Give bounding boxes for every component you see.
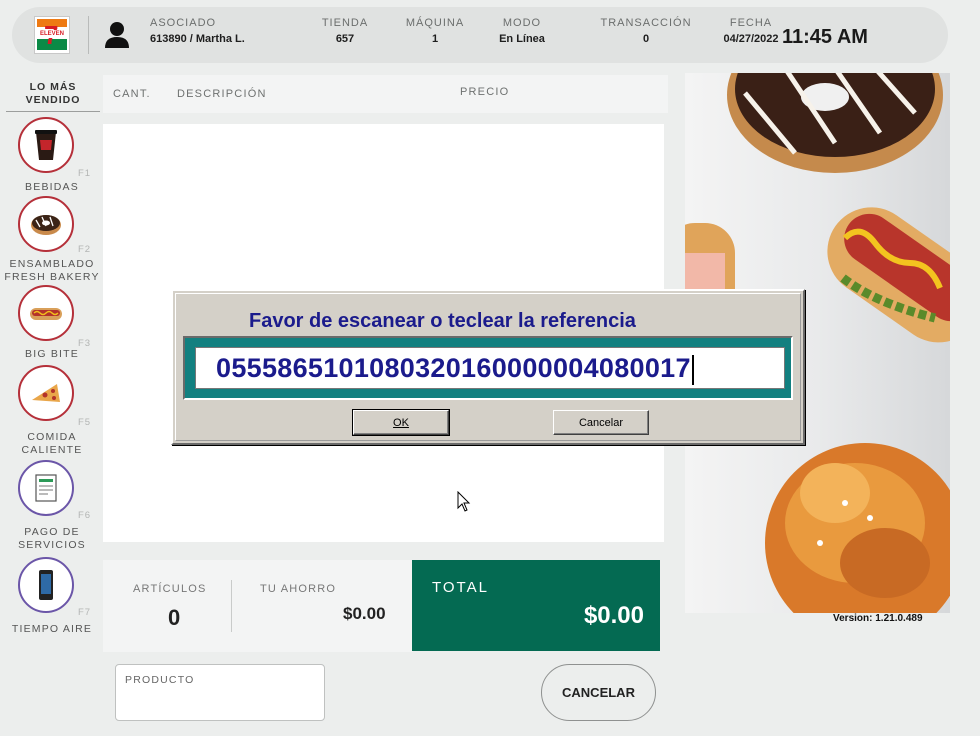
receipt-icon bbox=[18, 460, 74, 516]
bread-image bbox=[765, 443, 950, 613]
cancel-sale-button[interactable]: CANCELAR bbox=[541, 664, 656, 721]
items-count: 0 bbox=[168, 605, 181, 630]
total-panel: TOTAL $0.00 bbox=[412, 560, 660, 651]
product-label: PRODUCTO bbox=[125, 674, 195, 686]
donut-image bbox=[727, 73, 943, 173]
best-sellers-title: LO MÁS VENDIDO bbox=[25, 81, 81, 106]
total-value: $0.00 bbox=[583, 602, 644, 629]
savings-label: TU AHORRO bbox=[260, 583, 337, 595]
phone-icon bbox=[18, 557, 74, 613]
column-description: DESCRIPCIÓN bbox=[177, 88, 267, 100]
column-qty: CANT. bbox=[113, 88, 151, 100]
ticket-header: CANT. DESCRIPCIÓN PRECIO bbox=[103, 75, 668, 113]
summary-panel: ARTÍCULOS 0 TU AHORRO $0.00 bbox=[103, 560, 413, 652]
associate-info: ASOCIADO 613890 / Martha L. bbox=[150, 17, 245, 45]
dialog-cancel-button[interactable]: Cancelar bbox=[553, 410, 649, 435]
savings-value: $0.00 bbox=[343, 604, 386, 623]
store-info: TIENDA 657 bbox=[321, 17, 369, 45]
pizza-icon bbox=[18, 365, 74, 421]
reference-dialog: Favor de escanear o teclear la referenci… bbox=[171, 289, 805, 445]
donut-icon bbox=[18, 196, 74, 252]
drink-cup-icon bbox=[18, 117, 74, 173]
seven-eleven-logo: 7 ELEVEN bbox=[34, 16, 70, 54]
machine-info: MÁQUINA 1 bbox=[405, 17, 465, 45]
version-label: Version: 1.21.0.489 bbox=[833, 613, 923, 624]
reference-field-frame: 0555865101080320160000004080017 bbox=[183, 336, 793, 400]
hotdog-icon bbox=[18, 285, 74, 341]
transaction-info: TRANSACCIÓN 0 bbox=[600, 17, 692, 45]
best-sellers-divider bbox=[6, 111, 100, 112]
text-caret bbox=[691, 354, 694, 385]
items-label: ARTÍCULOS bbox=[133, 583, 207, 595]
user-icon bbox=[105, 22, 129, 48]
header-divider bbox=[88, 16, 89, 54]
product-input[interactable]: PRODUCTO bbox=[115, 664, 325, 721]
mouse-cursor-icon bbox=[457, 491, 471, 512]
clock: 11:45 AM bbox=[782, 26, 868, 48]
reference-input[interactable]: 0555865101080320160000004080017 bbox=[195, 347, 785, 389]
ok-button[interactable]: OK bbox=[352, 409, 450, 436]
column-price: PRECIO bbox=[460, 86, 510, 98]
reference-input-value: 0555865101080320160000004080017 bbox=[216, 353, 691, 383]
hotdog-image bbox=[827, 207, 950, 343]
total-label: TOTAL bbox=[432, 579, 489, 596]
mode-info: MODO En Línea bbox=[499, 17, 545, 45]
dialog-prompt: Favor de escanear o teclear la referenci… bbox=[249, 310, 636, 332]
date-info: FECHA 04/27/2022 bbox=[723, 17, 779, 45]
header-bar: 7 ELEVEN ASOCIADO 613890 / Martha L. TIE… bbox=[12, 7, 948, 63]
